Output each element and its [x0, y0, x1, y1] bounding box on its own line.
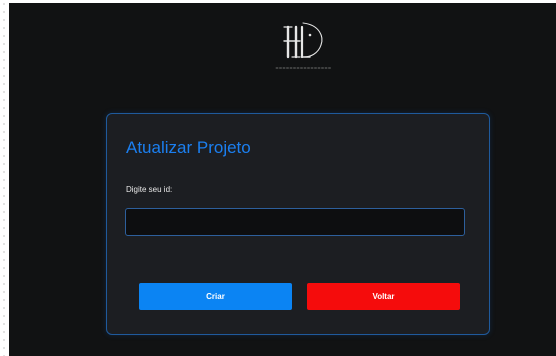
app-window: Atualizar Projeto Digite seu id: Criar V…: [9, 3, 556, 356]
id-input[interactable]: [125, 208, 465, 236]
back-button[interactable]: Voltar: [307, 283, 460, 310]
id-field-label: Digite seu id:: [126, 185, 173, 194]
update-project-card: Atualizar Projeto Digite seu id: Criar V…: [106, 113, 490, 335]
brand-logo: [275, 22, 333, 69]
create-button[interactable]: Criar: [139, 283, 292, 310]
form-title: Atualizar Projeto: [126, 138, 251, 157]
